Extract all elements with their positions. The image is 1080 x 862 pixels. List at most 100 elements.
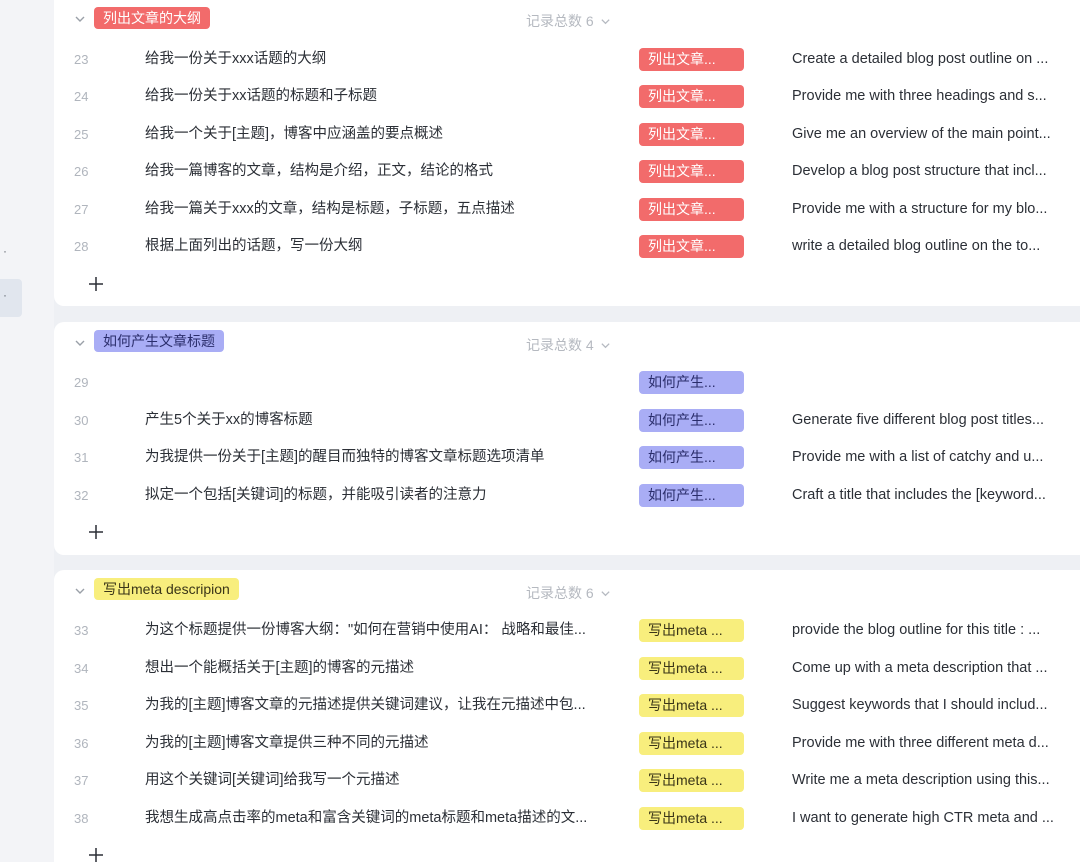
category-tag[interactable]: 写出meta ... xyxy=(639,694,744,717)
add-record-button[interactable] xyxy=(86,522,106,542)
record-count[interactable]: 记录总数 6 xyxy=(526,11,611,31)
category-tag[interactable]: 列出文章... xyxy=(639,160,744,183)
row-number: 32 xyxy=(74,488,89,503)
row-number: 34 xyxy=(74,661,89,676)
row-number: 25 xyxy=(74,127,89,142)
prompt-en[interactable]: write a detailed blog outline on the to.… xyxy=(792,228,1080,265)
group-titles: 如何产生文章标题 记录总数 4 29 如何产生... 30 产生5个关于xx的博… xyxy=(54,322,1080,555)
table-row[interactable]: 34 想出一个能概括关于[主题]的博客的元描述 写出meta ... Come … xyxy=(54,650,1080,687)
table-row[interactable]: 36 为我的[主题]博客文章提供三种不同的元描述 写出meta ... Prov… xyxy=(54,725,1080,762)
prompt-cn[interactable]: 给我一个关于[主题]，博客中应涵盖的要点概述 xyxy=(145,116,625,153)
table-row[interactable]: 37 用这个关键词[关键词]给我写一个元描述 写出meta ... Write … xyxy=(54,762,1080,799)
row-number: 26 xyxy=(74,164,89,179)
prompt-cn[interactable]: 给我一份关于xx话题的标题和子标题 xyxy=(145,78,625,115)
prompt-en[interactable]: Provide me with a list of catchy and u..… xyxy=(792,439,1080,476)
category-tag[interactable]: 如何产生... xyxy=(639,371,744,394)
prompt-cn[interactable]: 我想生成高点击率的meta和富含关键词的meta标题和meta描述的文... xyxy=(145,800,625,837)
prompt-en[interactable]: I want to generate high CTR meta and ... xyxy=(792,800,1080,837)
prompt-cn[interactable]: 为我提供一份关于[主题]的醒目而独特的博客文章标题选项清单 xyxy=(145,439,625,476)
table-row[interactable]: 28 根据上面列出的话题，写一份大纲 列出文章... write a detai… xyxy=(54,228,1080,265)
group-meta: 写出meta descripion 记录总数 6 33 为这个标题提供一份博客大… xyxy=(54,570,1080,862)
table-row[interactable]: 32 拟定一个包括[关键词]的标题，并能吸引读者的注意力 如何产生... Cra… xyxy=(54,477,1080,514)
chevron-down-icon xyxy=(601,342,610,348)
prompt-cn[interactable]: 拟定一个包括[关键词]的标题，并能吸引读者的注意力 xyxy=(145,477,625,514)
category-tag[interactable]: 列出文章... xyxy=(639,85,744,108)
record-count[interactable]: 记录总数 4 xyxy=(526,335,611,355)
category-tag[interactable]: 列出文章... xyxy=(639,48,744,71)
category-tag[interactable]: 列出文章... xyxy=(639,123,744,146)
group-tag[interactable]: 如何产生文章标题 xyxy=(94,330,224,352)
category-tag[interactable]: 写出meta ... xyxy=(639,619,744,642)
row-number: 36 xyxy=(74,736,89,751)
add-record-button[interactable] xyxy=(86,845,106,862)
table-row[interactable]: 29 如何产生... xyxy=(54,364,1080,401)
group-header: 如何产生文章标题 记录总数 4 xyxy=(54,322,1080,366)
prompt-cn[interactable]: 给我一篇博客的文章，结构是介绍，正文，结论的格式 xyxy=(145,153,625,190)
prompt-en[interactable]: Create a detailed blog post outline on .… xyxy=(792,41,1080,78)
prompt-en[interactable]: Suggest keywords that I should includ... xyxy=(792,687,1080,724)
prompt-en[interactable]: Develop a blog post structure that incl.… xyxy=(792,153,1080,190)
prompt-cn[interactable]: 为我的[主题]博客文章的元描述提供关键词建议，让我在元描述中包... xyxy=(145,687,625,724)
chevron-down-icon[interactable] xyxy=(74,13,86,25)
category-tag[interactable]: 写出meta ... xyxy=(639,807,744,830)
prompt-cn[interactable]: 为我的[主题]博客文章提供三种不同的元描述 xyxy=(145,725,625,762)
prompt-cn[interactable]: 想出一个能概括关于[主题]的博客的元描述 xyxy=(145,650,625,687)
prompt-en[interactable]: Provide me with a structure for my blo..… xyxy=(792,191,1080,228)
prompt-cn[interactable]: 产生5个关于xx的博客标题 xyxy=(145,402,625,439)
row-number: 37 xyxy=(74,773,89,788)
plus-icon xyxy=(89,277,103,291)
table-row[interactable]: 24 给我一份关于xx话题的标题和子标题 列出文章... Provide me … xyxy=(54,78,1080,115)
table-row[interactable]: 35 为我的[主题]博客文章的元描述提供关键词建议，让我在元描述中包... 写出… xyxy=(54,687,1080,724)
category-tag[interactable]: 写出meta ... xyxy=(639,769,744,792)
row-number: 30 xyxy=(74,413,89,428)
prompt-cn[interactable]: 给我一篇关于xxx的文章，结构是标题，子标题，五点描述 xyxy=(145,191,625,228)
table-row[interactable]: 31 为我提供一份关于[主题]的醒目而独特的博客文章标题选项清单 如何产生...… xyxy=(54,439,1080,476)
chevron-down-icon[interactable] xyxy=(74,337,86,349)
table-row[interactable]: 26 给我一篇博客的文章，结构是介绍，正文，结论的格式 列出文章... Deve… xyxy=(54,153,1080,190)
chevron-down-icon xyxy=(601,18,610,24)
chevron-down-icon[interactable] xyxy=(74,585,86,597)
row-number: 27 xyxy=(74,202,89,217)
prompt-en[interactable]: provide the blog outline for this title … xyxy=(792,612,1080,649)
prompt-en[interactable]: Provide me with three different meta d..… xyxy=(792,725,1080,762)
category-tag[interactable]: 写出meta ... xyxy=(639,732,744,755)
row-number: 24 xyxy=(74,89,89,104)
category-tag[interactable]: 如何产生... xyxy=(639,446,744,469)
record-count-label: 记录总数 6 xyxy=(526,585,594,601)
row-number: 23 xyxy=(74,52,89,67)
table-row[interactable]: 25 给我一个关于[主题]，博客中应涵盖的要点概述 列出文章... Give m… xyxy=(54,116,1080,153)
prompt-en[interactable]: Write me a meta description using this..… xyxy=(792,762,1080,799)
prompt-en[interactable]: Come up with a meta description that ... xyxy=(792,650,1080,687)
category-tag[interactable]: 列出文章... xyxy=(639,235,744,258)
prompt-en[interactable]: Generate five different blog post titles… xyxy=(792,402,1080,439)
category-tag[interactable]: 如何产生... xyxy=(639,409,744,432)
prompt-cn[interactable]: 给我一份关于xxx话题的大纲 xyxy=(145,41,625,78)
category-tag[interactable]: 写出meta ... xyxy=(639,657,744,680)
prompt-cn[interactable]: 为这个标题提供一份博客大纲："如何在营销中使用AI： 战略和最佳... xyxy=(145,612,625,649)
category-tag[interactable]: 列出文章... xyxy=(639,198,744,221)
table-row[interactable]: 23 给我一份关于xxx话题的大纲 列出文章... Create a detai… xyxy=(54,41,1080,78)
row-number: 38 xyxy=(74,811,89,826)
row-number: 31 xyxy=(74,450,89,465)
left-sidebar-edge: · · xyxy=(0,0,54,862)
table-row[interactable]: 38 我想生成高点击率的meta和富含关键词的meta标题和meta描述的文..… xyxy=(54,800,1080,837)
prompt-cn[interactable]: 用这个关键词[关键词]给我写一个元描述 xyxy=(145,762,625,799)
prompt-cn[interactable]: 根据上面列出的话题，写一份大纲 xyxy=(145,228,625,265)
group-tag[interactable]: 列出文章的大纲 xyxy=(94,7,210,29)
group-tag[interactable]: 写出meta descripion xyxy=(94,578,239,600)
plus-icon xyxy=(89,848,103,862)
category-tag[interactable]: 如何产生... xyxy=(639,484,744,507)
chevron-down-icon xyxy=(601,590,610,596)
table-row[interactable]: 30 产生5个关于xx的博客标题 如何产生... Generate five d… xyxy=(54,402,1080,439)
prompt-en[interactable]: Provide me with three headings and s... xyxy=(792,78,1080,115)
prompt-en[interactable]: Give me an overview of the main point... xyxy=(792,116,1080,153)
row-number: 28 xyxy=(74,239,89,254)
record-count[interactable]: 记录总数 6 xyxy=(526,583,611,603)
add-record-button[interactable] xyxy=(86,274,106,294)
table-row[interactable]: 33 为这个标题提供一份博客大纲："如何在营销中使用AI： 战略和最佳... 写… xyxy=(54,612,1080,649)
row-number: 33 xyxy=(74,623,89,638)
table-row[interactable]: 27 给我一篇关于xxx的文章，结构是标题，子标题，五点描述 列出文章... P… xyxy=(54,191,1080,228)
prompt-en[interactable]: Craft a title that includes the [keyword… xyxy=(792,477,1080,514)
group-header: 列出文章的大纲 记录总数 6 xyxy=(54,0,1080,34)
group-outline: 列出文章的大纲 记录总数 6 23 给我一份关于xxx话题的大纲 列出文章...… xyxy=(54,0,1080,306)
